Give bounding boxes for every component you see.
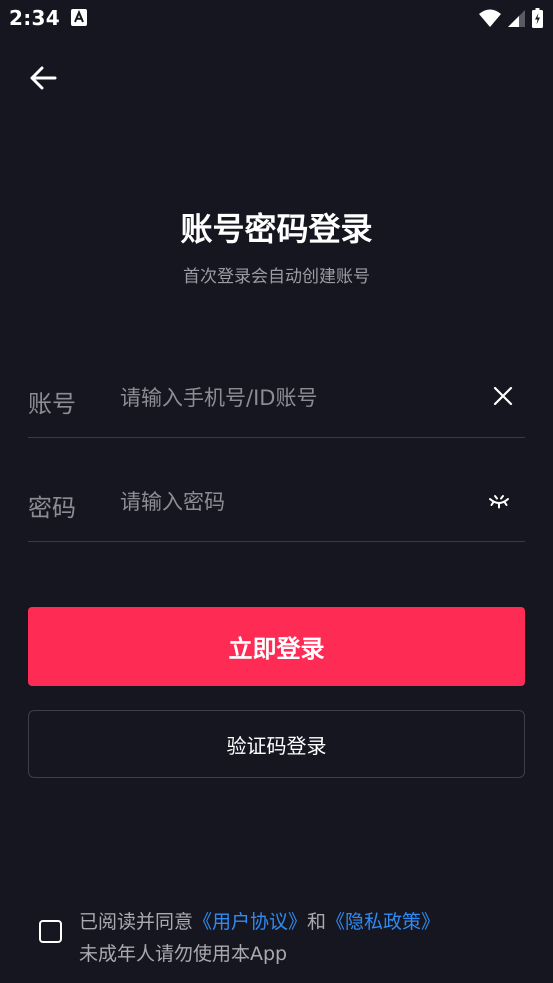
clear-account-button[interactable] (491, 386, 515, 410)
status-time: 2:34 (9, 6, 60, 30)
eye-closed-icon (487, 493, 511, 515)
agreement-checkbox[interactable] (39, 920, 62, 943)
notification-a-icon (71, 9, 87, 30)
arrow-left-icon (29, 66, 57, 94)
account-input[interactable] (120, 378, 450, 418)
status-icons (479, 8, 543, 32)
back-button[interactable] (24, 61, 62, 99)
agreement-prefix: 已阅读并同意 (79, 911, 194, 933)
status-bar: 2:34 (0, 0, 553, 40)
user-agreement-link[interactable]: 《用户协议》 (193, 911, 307, 933)
privacy-policy-link[interactable]: 《隐私政策》 (326, 911, 440, 933)
agreement-line: 已阅读并同意《用户协议》和《隐私政策》 (79, 906, 440, 938)
password-field-row: 密码 (28, 438, 525, 542)
agreement-text: 已阅读并同意《用户协议》和《隐私政策》 未成年人请勿使用本App (79, 906, 440, 970)
toggle-password-visibility-button[interactable] (485, 493, 513, 515)
close-icon (493, 386, 513, 410)
battery-icon (532, 8, 543, 32)
cellular-signal-icon (508, 9, 525, 31)
page-title: 账号密码登录 (180, 210, 373, 248)
page-subtitle: 首次登录会自动创建账号 (183, 267, 370, 287)
wifi-icon (479, 9, 501, 31)
account-label: 账号 (28, 390, 76, 418)
minor-notice: 未成年人请勿使用本App (79, 943, 288, 965)
login-button[interactable]: 立即登录 (28, 607, 525, 686)
password-input[interactable] (120, 482, 450, 522)
agreement-connector: 和 (307, 911, 327, 933)
account-field-row: 账号 (28, 334, 525, 438)
password-label: 密码 (28, 494, 76, 522)
code-login-button[interactable]: 验证码登录 (28, 710, 525, 778)
